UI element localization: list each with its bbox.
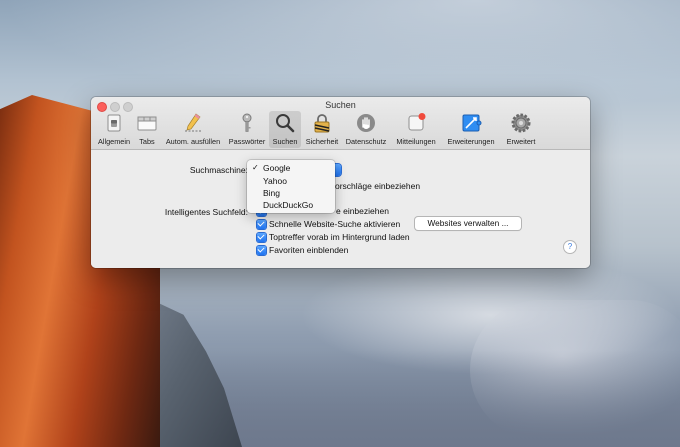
tab-datenschutz[interactable]: Datenschutz xyxy=(343,111,389,148)
suggestions-label: orschläge einbeziehen xyxy=(335,181,421,191)
tab-label: Datenschutz xyxy=(345,137,387,146)
preload-top-hit-checkbox[interactable] xyxy=(257,233,266,242)
quick-website-search-label: Schnelle Website-Suche aktivieren xyxy=(269,219,401,229)
manage-websites-button[interactable]: Websites verwalten ... xyxy=(415,217,521,230)
tab-label: Passwörter xyxy=(228,137,266,146)
menu-item-google[interactable]: Google xyxy=(263,163,290,173)
tab-label: Suchen xyxy=(272,137,298,146)
checkmark-icon: ✓ xyxy=(252,163,259,172)
tab-suchen[interactable]: Suchen xyxy=(269,111,301,148)
tab-sicherheit[interactable]: Sicherheit xyxy=(303,111,341,148)
safari-suggestions-label: e einbeziehen xyxy=(336,206,389,216)
tab-erweiterungen[interactable]: Erweiterungen xyxy=(443,111,499,148)
extensions-icon xyxy=(462,114,482,132)
window-title: Suchen xyxy=(325,100,356,110)
tab-erweitert[interactable]: Erweitert xyxy=(501,111,541,148)
gear-icon xyxy=(511,113,531,133)
search-engine-menu: ✓ Google Yahoo Bing DuckDuckGo xyxy=(247,160,335,213)
menu-item-bing[interactable]: Bing xyxy=(263,188,280,198)
notification-icon xyxy=(408,113,426,131)
tab-allgemein[interactable]: Allgemein xyxy=(95,111,133,148)
switch-icon xyxy=(107,114,121,132)
tabs-icon xyxy=(137,116,157,131)
hand-icon xyxy=(357,114,375,132)
tab-passwords[interactable]: Passwörter xyxy=(227,111,267,148)
lock-icon xyxy=(314,114,330,133)
toolbar: Suchen Allgemein Tabs Autom. ausfüllen P… xyxy=(91,97,590,150)
menu-item-duckduckgo[interactable]: DuckDuckGo xyxy=(263,200,313,210)
menu-item-yahoo[interactable]: Yahoo xyxy=(263,176,287,186)
wallpaper-sky xyxy=(0,0,680,110)
pencil-icon xyxy=(185,113,201,132)
show-favorites-label: Favoriten einblenden xyxy=(269,245,349,255)
help-button[interactable]: ? xyxy=(564,241,576,253)
show-favorites-checkbox[interactable] xyxy=(257,246,266,255)
quick-website-search-checkbox[interactable] xyxy=(257,220,266,229)
magnifier-icon xyxy=(276,114,295,133)
tab-label: Allgemein xyxy=(97,137,131,146)
search-engine-label: Suchmaschine: xyxy=(189,165,248,175)
tab-label: Mitteilungen xyxy=(396,137,436,146)
tab-label: Sicherheit xyxy=(305,137,339,146)
tab-label: Erweiterungen xyxy=(447,137,495,146)
tab-label: Autom. ausfüllen xyxy=(165,137,221,146)
tab-mitteilungen[interactable]: Mitteilungen xyxy=(391,111,441,148)
tab-autofill[interactable]: Autom. ausfüllen xyxy=(161,111,225,148)
tab-tabs[interactable]: Tabs xyxy=(135,111,159,148)
smart-search-label: Intelligentes Suchfeld: xyxy=(164,207,248,217)
tab-label: Tabs xyxy=(139,137,155,146)
preload-top-hit-label: Toptreffer vorab im Hintergrund laden xyxy=(269,232,410,242)
key-icon xyxy=(242,113,252,132)
tab-label: Erweitert xyxy=(506,137,536,146)
